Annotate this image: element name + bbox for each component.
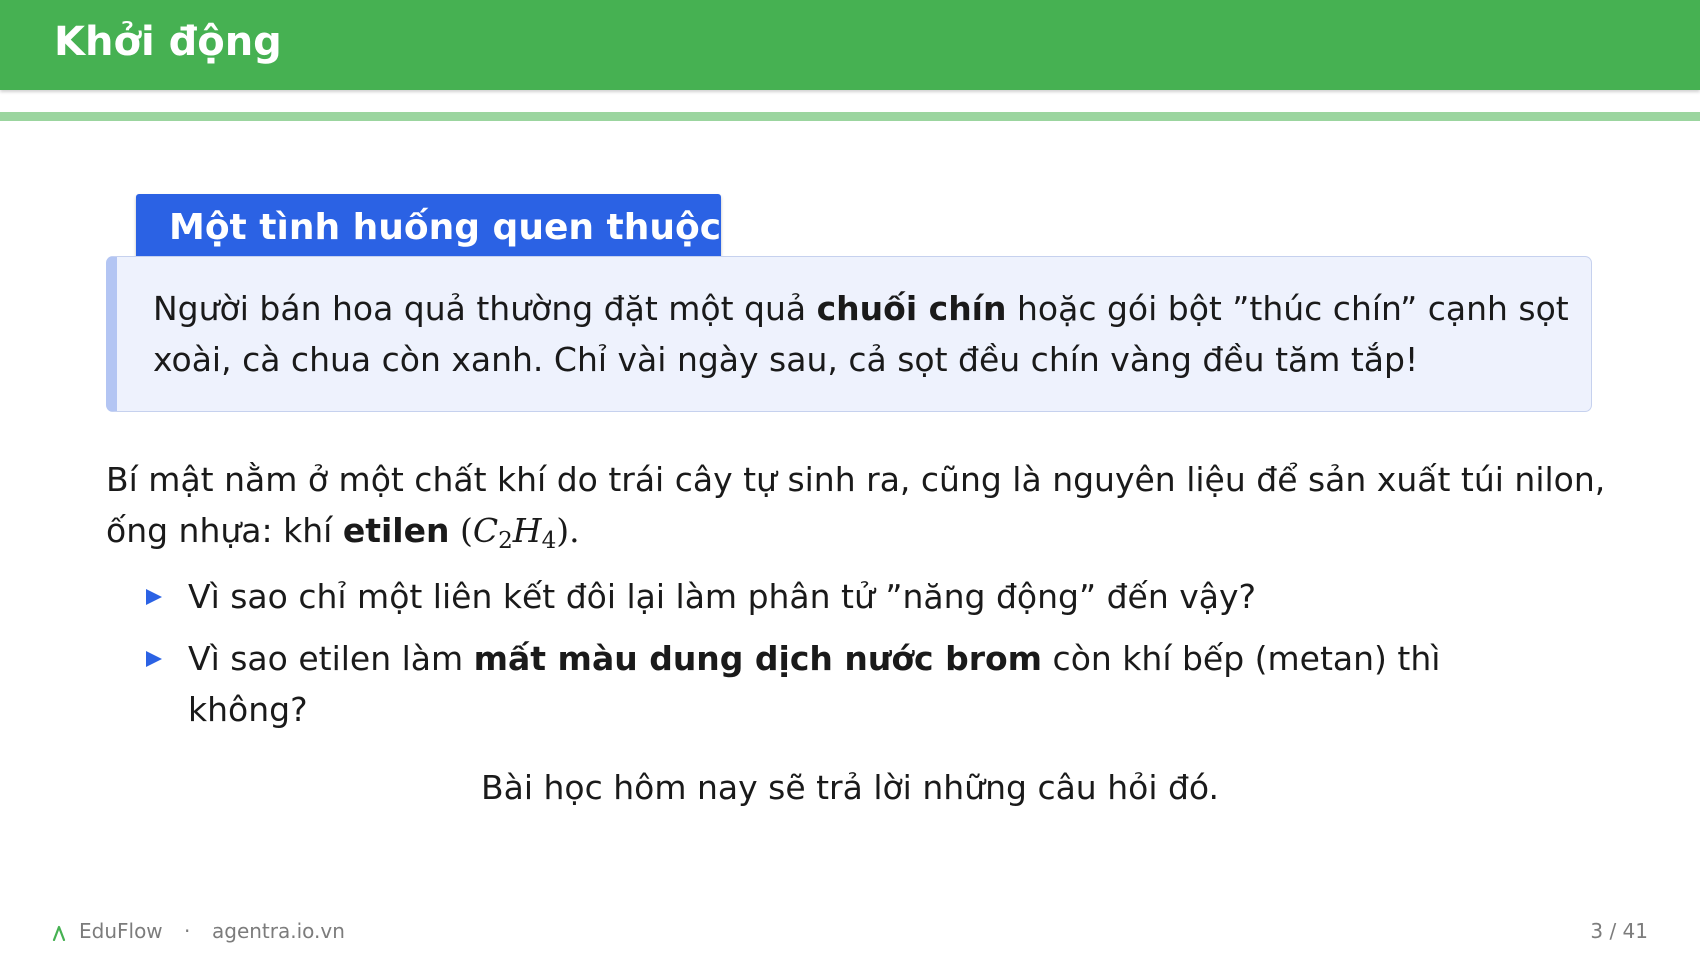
- triangle-right-icon: [146, 651, 162, 667]
- header-bar: Khởi động: [0, 0, 1700, 90]
- bullet-text: Vì sao chỉ một liên kết đôi lại làm phân…: [188, 577, 1257, 616]
- triangle-right-icon: [146, 589, 162, 605]
- bullet-text-bold: mất màu dung dịch nước brom: [473, 639, 1043, 678]
- bullet-text: Vì sao etilen làm: [188, 639, 474, 678]
- slide-title: Khởi động: [54, 19, 282, 65]
- formula-carbon-count: 2: [498, 527, 513, 554]
- closing-sentence: Bài học hôm nay sẽ trả lời những câu hỏi…: [480, 768, 1220, 807]
- block-title: Một tình huống quen thuộc: [136, 194, 721, 262]
- formula-paren-close: ).: [556, 511, 580, 550]
- intro-text-bold: etilen: [342, 511, 450, 550]
- block-text-bold: chuối chín: [816, 289, 1007, 328]
- question-list: Vì sao chỉ một liên kết đôi lại làm phân…: [146, 571, 1546, 746]
- header-rule: [0, 112, 1700, 121]
- formula-paren-open: (: [449, 511, 473, 550]
- formula-hydrogen: H: [512, 511, 542, 550]
- footer-site-link[interactable]: agentra.io.vn: [212, 919, 345, 943]
- list-item: Vì sao etilen làm mất màu dung dịch nước…: [146, 633, 1546, 735]
- footer-brand: EduFlow: [79, 919, 163, 943]
- footer: EduFlow · agentra.io.vn 3 / 41: [0, 915, 1700, 949]
- intro-text: Bí mật nằm ở một chất khí do trái cây tự…: [106, 460, 1606, 550]
- formula-hydrogen-count: 4: [541, 527, 557, 554]
- lambda-logo-icon: [52, 925, 66, 941]
- footer-separator: ·: [184, 919, 191, 943]
- block-text: Người bán hoa quả thường đặt một quả: [153, 289, 817, 328]
- block-body: Người bán hoa quả thường đặt một quả chu…: [106, 256, 1592, 412]
- page-number: 3 / 41: [1590, 919, 1648, 943]
- formula-carbon: C: [472, 511, 499, 550]
- list-item: Vì sao chỉ một liên kết đôi lại làm phân…: [146, 571, 1546, 622]
- ethylene-formula: (C2H4).: [449, 511, 580, 552]
- intro-paragraph: Bí mật nằm ở một chất khí do trái cây tự…: [106, 454, 1626, 556]
